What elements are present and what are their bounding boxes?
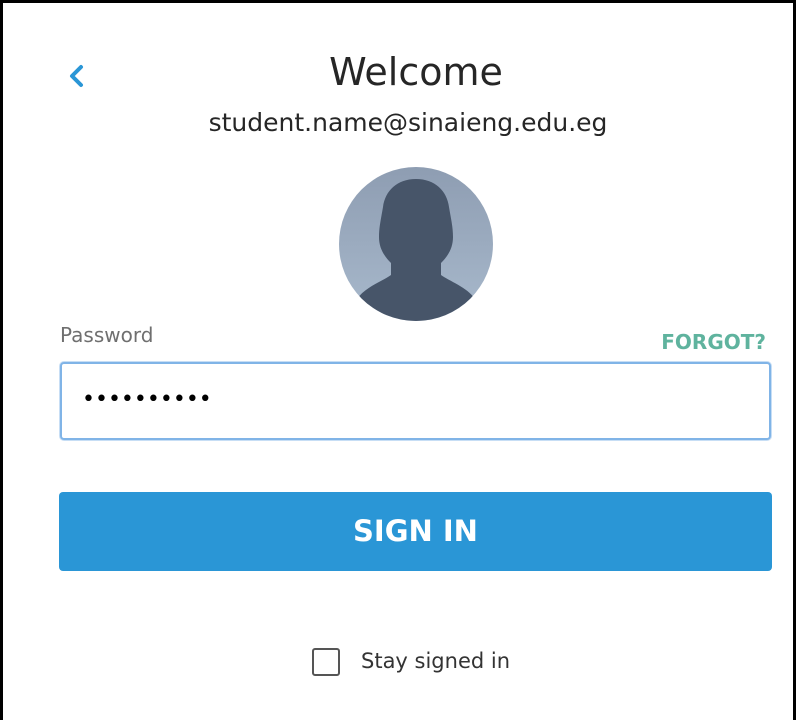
account-email: student.name@sinaieng.edu.eg (208, 108, 608, 137)
sign-in-button[interactable]: SIGN IN (59, 492, 772, 571)
forgot-password-link[interactable]: FORGOT? (661, 328, 766, 356)
avatar (339, 167, 493, 321)
person-silhouette-icon (349, 179, 483, 321)
password-input[interactable]: •••••••••• (60, 362, 771, 440)
page-title: Welcome (329, 50, 503, 94)
password-value: •••••••••• (82, 387, 212, 412)
sign-in-dialog: Welcome student.name@sinaieng.edu.eg Pas… (0, 0, 796, 720)
stay-signed-in-checkbox[interactable] (312, 648, 340, 676)
stay-signed-in-label: Stay signed in (361, 649, 511, 673)
password-label: Password (60, 323, 154, 347)
